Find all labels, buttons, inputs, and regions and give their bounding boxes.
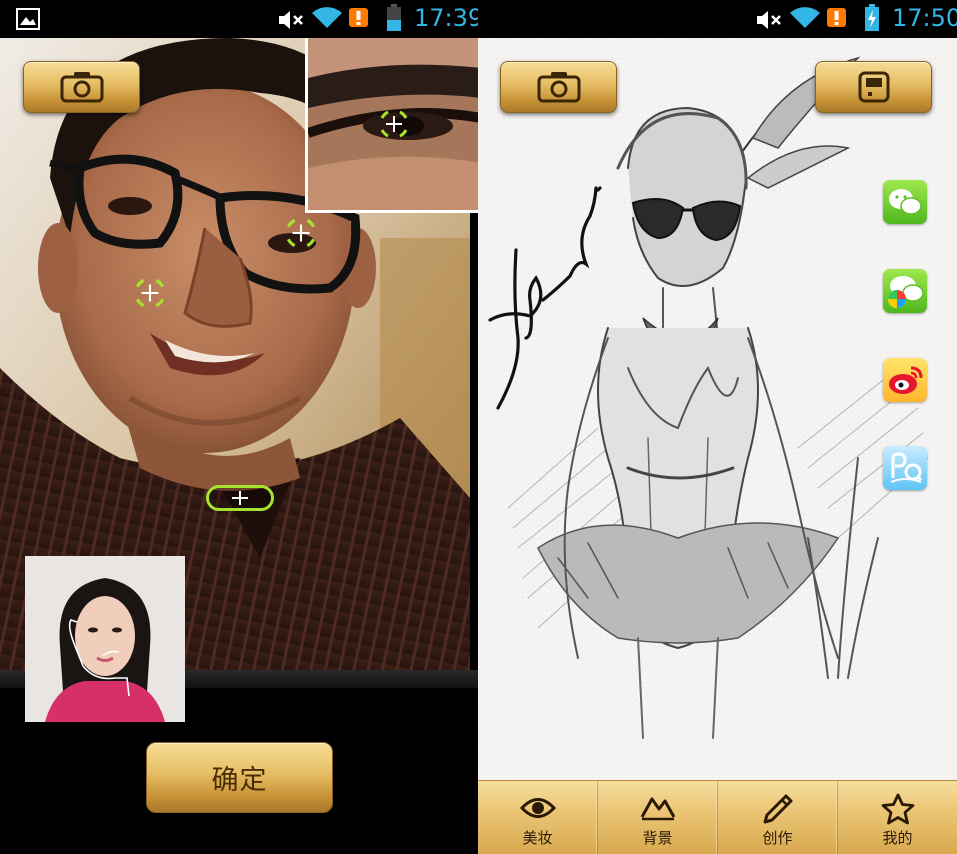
status-bar-left: 17:39 <box>0 0 483 38</box>
alert-notification-icon <box>827 8 846 27</box>
camera-icon <box>537 72 580 103</box>
mountain-icon <box>640 797 675 821</box>
sketch-result-screen: 美妆 背景 创作 我的 <box>478 38 957 854</box>
camera-button[interactable] <box>500 61 617 113</box>
mute-icon <box>757 11 781 29</box>
eye-icon <box>519 798 556 818</box>
status-time: 17:50 <box>892 4 957 32</box>
nav-mine[interactable]: 我的 <box>838 781 957 854</box>
alignment-guide-image <box>25 556 185 722</box>
pencil-icon <box>763 794 792 824</box>
nav-label: 背景 <box>642 829 673 847</box>
nav-label: 我的 <box>882 829 913 847</box>
share-qzone-button[interactable] <box>883 446 927 490</box>
gallery-notification-icon <box>16 8 40 30</box>
wifi-icon <box>312 7 342 28</box>
nav-makeup[interactable]: 美妆 <box>478 781 598 854</box>
confirm-button[interactable]: 确定 <box>146 742 333 813</box>
signature-scribble <box>488 186 602 410</box>
save-icon <box>858 71 889 103</box>
status-bar-right: 17:50 <box>478 0 957 38</box>
nav-background[interactable]: 背景 <box>598 781 718 854</box>
mute-icon <box>279 11 303 29</box>
nav-create[interactable]: 创作 <box>718 781 838 854</box>
battery-icon <box>387 4 401 31</box>
alert-notification-icon <box>349 8 368 27</box>
battery-charging-icon <box>865 4 879 31</box>
qzone-icon <box>890 452 923 483</box>
wechat-moments-icon <box>888 276 924 308</box>
star-icon <box>881 793 914 825</box>
zoom-magnifier <box>305 38 478 213</box>
mouth-marker[interactable] <box>206 485 274 511</box>
eye-marker-zoomed[interactable] <box>376 106 412 142</box>
face-alignment-screen: 确定 <box>0 38 478 854</box>
share-weibo-button[interactable] <box>883 358 927 402</box>
pencil-sketch-artwork <box>488 56 929 739</box>
confirm-label: 确定 <box>211 765 268 796</box>
wechat-icon <box>889 189 922 215</box>
nav-label: 美妆 <box>522 829 553 847</box>
share-moments-button[interactable] <box>883 269 927 313</box>
share-wechat-button[interactable] <box>883 180 927 224</box>
wifi-icon <box>790 7 820 28</box>
bottom-navigation: 美妆 背景 创作 我的 <box>478 780 957 854</box>
camera-button[interactable] <box>23 61 140 113</box>
left-eye-marker[interactable] <box>131 274 169 312</box>
status-time: 17:39 <box>414 4 484 32</box>
camera-icon <box>60 72 103 103</box>
save-button[interactable] <box>815 61 932 113</box>
right-eye-marker[interactable] <box>282 214 320 252</box>
weibo-icon <box>889 366 923 394</box>
nav-label: 创作 <box>762 829 793 847</box>
